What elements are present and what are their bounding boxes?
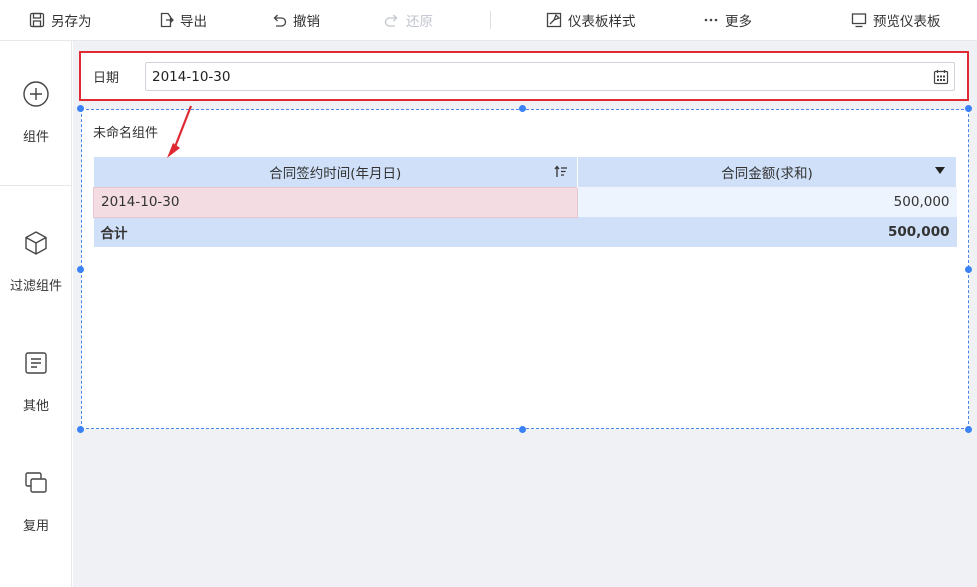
toolbar: 另存为 导出 撤销 还原 仪表板样式 更多 预览仪表板: [0, 0, 977, 41]
column-header-label: 合同签约时间(年月日): [269, 165, 402, 182]
caret-down-icon[interactable]: [935, 167, 945, 175]
sidebar-item-filter-components[interactable]: 过滤组件: [0, 229, 72, 294]
sort-icon[interactable]: [554, 165, 568, 179]
toolbar-divider: [490, 11, 491, 29]
export-label: 导出: [180, 14, 207, 30]
resize-handle[interactable]: [77, 266, 84, 273]
column-header-amount[interactable]: 合同金额(求和): [577, 157, 957, 187]
monitor-icon: [851, 13, 867, 28]
text-doc-icon: [25, 352, 47, 374]
redo-label: 还原: [406, 14, 433, 30]
resize-handle[interactable]: [519, 105, 526, 112]
table-header-row: 合同签约时间(年月日) 合同金额(求和): [93, 157, 957, 187]
more-icon: [704, 18, 718, 22]
sidebar-item-label: 其他: [22, 399, 49, 414]
save-icon: [29, 12, 45, 28]
calendar-icon[interactable]: [933, 69, 949, 85]
cell-date[interactable]: 2014-10-30: [93, 186, 578, 218]
date-filter-label: 日期: [93, 71, 120, 86]
sidebar: 组件 过滤组件 其他 复用: [0, 41, 72, 587]
resize-handle[interactable]: [519, 426, 526, 433]
total-amount: 500,000: [577, 217, 957, 247]
annotation-arrow: [167, 105, 193, 158]
undo-label: 撤销: [293, 14, 320, 30]
redo-icon: [384, 14, 398, 27]
palette-icon: [546, 12, 562, 28]
sidebar-divider: [0, 185, 72, 186]
table-total-row: 合计 500,000: [93, 217, 957, 247]
save-as-label: 另存为: [51, 14, 92, 30]
sidebar-item-label: 过滤组件: [9, 279, 62, 294]
export-icon: [160, 12, 174, 28]
preview-dashboard-button[interactable]: 预览仪表板: [851, 0, 941, 40]
export-button[interactable]: 导出: [158, 0, 207, 40]
sidebar-item-label: 复用: [22, 519, 49, 534]
table-row: 2014-10-30 500,000: [93, 186, 957, 218]
sidebar-item-other[interactable]: 其他: [0, 349, 72, 414]
sidebar-item-reuse[interactable]: 复用: [0, 469, 72, 534]
preview-label: 预览仪表板: [873, 14, 941, 30]
resize-handle[interactable]: [77, 105, 84, 112]
sidebar-item-label: 组件: [22, 130, 49, 145]
resize-handle[interactable]: [77, 426, 84, 433]
plus-circle-icon: [23, 81, 49, 107]
resize-handle[interactable]: [965, 426, 972, 433]
total-label: 合计: [93, 217, 578, 247]
dashboard-style-label: 仪表板样式: [568, 14, 636, 30]
date-filter-value: 2014-10-30: [152, 68, 231, 85]
sidebar-item-components[interactable]: 组件: [0, 80, 72, 145]
more-label: 更多: [725, 14, 752, 30]
more-button[interactable]: 更多: [703, 0, 752, 40]
resize-handle[interactable]: [965, 266, 972, 273]
undo-button[interactable]: 撤销: [271, 0, 320, 40]
resize-handle[interactable]: [965, 105, 972, 112]
dashboard-style-button[interactable]: 仪表板样式: [546, 0, 636, 40]
save-as-button[interactable]: 另存为: [29, 0, 92, 40]
cell-amount[interactable]: 500,000: [577, 187, 957, 217]
undo-icon: [273, 14, 287, 27]
widget-title[interactable]: 未命名组件: [93, 122, 158, 141]
redo-button[interactable]: 还原: [384, 0, 433, 40]
column-header-label: 合同金额(求和): [721, 166, 813, 182]
pivot-table: 合同签约时间(年月日) 合同金额(求和) 2014-10-30 500,000 …: [93, 157, 957, 247]
stack-icon: [25, 472, 47, 493]
cube-icon: [25, 231, 47, 255]
date-filter-input[interactable]: 2014-10-30: [145, 62, 955, 91]
